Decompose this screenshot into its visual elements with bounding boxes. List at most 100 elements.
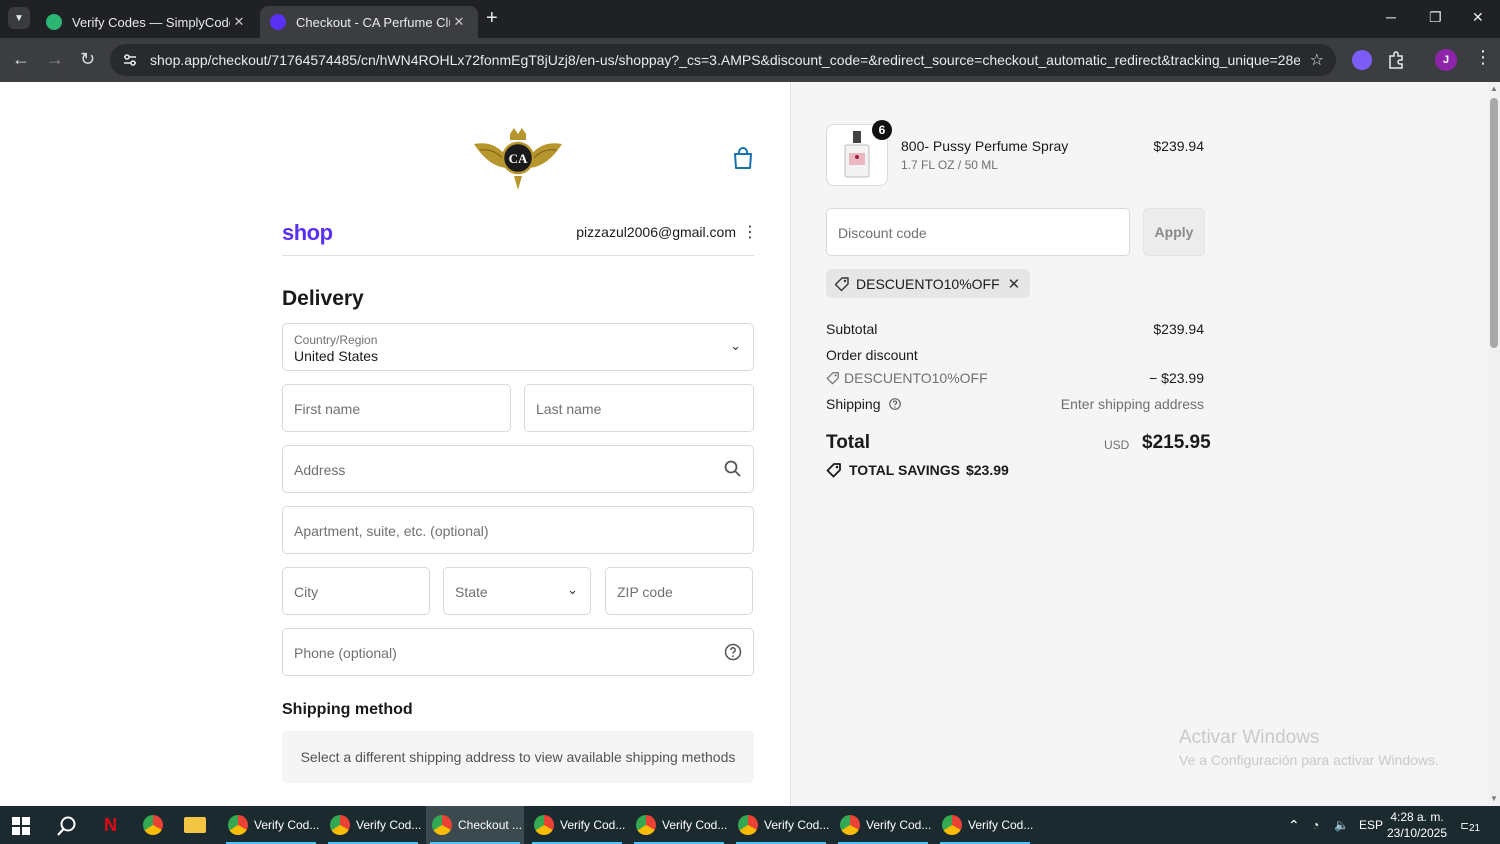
windows-start-icon[interactable] [12, 817, 30, 835]
chrome-icon [330, 815, 350, 835]
search-icon [724, 460, 741, 477]
state-select[interactable]: State ⌄ [443, 567, 591, 615]
system-clock[interactable]: 4:28 a. m. 23/10/2025 [1382, 809, 1452, 841]
product-price: $239.94 [1153, 138, 1204, 154]
minimize-button[interactable]: ─ [1386, 9, 1396, 25]
scroll-up-icon[interactable]: ▲ [1490, 84, 1498, 93]
country-select[interactable]: Country/Region United States ⌄ [282, 323, 754, 371]
site-info-icon[interactable] [122, 52, 138, 68]
last-name-field[interactable]: Last name [524, 384, 754, 432]
ca-perfume-club-logo[interactable]: CA [470, 126, 566, 192]
account-menu-icon[interactable]: ⋮ [742, 222, 758, 242]
tab-title: Checkout - CA Perfume Club [296, 14, 450, 30]
taskbar-item[interactable]: Verify Cod... [528, 806, 626, 844]
reload-button[interactable]: ↻ [80, 48, 95, 70]
address-bar[interactable]: shop.app/checkout/71764574485/cn/hWN4ROH… [110, 44, 1336, 76]
shopping-bag-icon[interactable] [732, 146, 754, 170]
product-name: 800- Pussy Perfume Spray [901, 138, 1069, 154]
browser-tab-strip: ▼ Verify Codes — SimplyCodes ✕ Checkout … [0, 0, 1500, 38]
search-icon[interactable] [56, 815, 78, 837]
taskbar-item[interactable]: Verify Cod... [936, 806, 1034, 844]
apply-discount-button[interactable]: Apply [1143, 208, 1205, 256]
discount-code-label: DESCUENTO10%OFF [844, 370, 988, 386]
tag-icon [826, 372, 839, 385]
total-label: Total [826, 432, 870, 453]
city-field[interactable]: City [282, 567, 430, 615]
profile-avatar[interactable]: J [1435, 49, 1457, 71]
taskbar-item-active[interactable]: Checkout ... [426, 806, 524, 844]
notification-center-icon[interactable]: ▭ 21 [1460, 815, 1484, 835]
url-text[interactable]: shop.app/checkout/71764574485/cn/hWN4ROH… [150, 52, 1300, 68]
apartment-field[interactable]: Apartment, suite, etc. (optional) [282, 506, 754, 554]
extensions-puzzle-icon[interactable] [1386, 50, 1406, 70]
taskbar-item-label: Checkout ... [458, 818, 523, 832]
notification-count: 21 [1468, 823, 1482, 834]
country-value: United States [294, 348, 379, 364]
account-email: pizzazul2006@gmail.com [576, 224, 736, 240]
scroll-down-icon[interactable]: ▼ [1490, 794, 1498, 803]
state-placeholder: State [455, 584, 488, 600]
taskbar-item[interactable]: Verify Cod... [222, 806, 320, 844]
shipping-method-heading: Shipping method [282, 701, 413, 718]
new-tab-button[interactable]: + [486, 8, 498, 28]
taskbar-item-label: Verify Cod... [764, 818, 830, 832]
discount-code-field[interactable]: Discount code [826, 208, 1130, 256]
taskbar-item-label: Verify Cod... [866, 818, 932, 832]
discount-detail-row: DESCUENTO10%OFF − $23.99 [826, 370, 1204, 388]
extension-icon[interactable] [1352, 50, 1372, 70]
apartment-placeholder: Apartment, suite, etc. (optional) [294, 523, 489, 539]
wifi-icon[interactable]: ◔ [1312, 806, 1319, 844]
zip-field[interactable]: ZIP code [605, 567, 753, 615]
phone-field[interactable]: Phone (optional) [282, 628, 754, 676]
last-name-placeholder: Last name [536, 401, 602, 417]
taskbar-item[interactable]: Verify Cod... [630, 806, 728, 844]
savings-label: TOTAL SAVINGS [849, 462, 960, 478]
shipping-value: Enter shipping address [1060, 396, 1204, 412]
page-scrollbar[interactable]: ▲ ▼ [1488, 82, 1500, 806]
discount-value: − $23.99 [1149, 370, 1204, 386]
help-circle-icon[interactable] [723, 642, 743, 662]
clock-time: 4:28 a. m. [1390, 810, 1444, 824]
back-button[interactable]: ← [12, 48, 30, 70]
discount-placeholder: Discount code [838, 225, 927, 241]
first-name-placeholder: First name [294, 401, 361, 417]
remove-discount-icon[interactable]: ✕ [1008, 275, 1021, 293]
tag-icon [834, 276, 849, 291]
taskbar-item[interactable]: Verify Cod... [834, 806, 932, 844]
language-indicator[interactable]: ESP [1359, 806, 1383, 844]
show-hidden-icons-chevron-icon[interactable]: ⌃ [1288, 806, 1300, 844]
browser-menu-icon[interactable]: ⋮ [1474, 47, 1492, 68]
restore-button[interactable]: ❐ [1429, 9, 1442, 26]
order-discount-row: Order discount [826, 347, 1204, 363]
help-circle-icon[interactable] [888, 397, 902, 411]
shipping-label: Shipping [826, 396, 881, 412]
tag-icon [826, 463, 841, 478]
close-tab-icon[interactable]: ✕ [230, 14, 248, 30]
subtotal-row: Subtotal $239.94 [826, 321, 1204, 337]
taskbar-item[interactable]: Verify Cod... [732, 806, 830, 844]
netflix-icon[interactable]: N [104, 815, 122, 835]
volume-icon[interactable]: 🔈 [1334, 806, 1349, 844]
close-tab-icon[interactable]: ✕ [450, 14, 468, 30]
chrome-icon[interactable] [143, 815, 163, 835]
shipping-row: Shipping Enter shipping address [826, 396, 1204, 412]
first-name-field[interactable]: First name [282, 384, 511, 432]
close-window-button[interactable]: ✕ [1472, 9, 1484, 26]
tab-verify-codes[interactable]: Verify Codes — SimplyCodes ✕ [36, 6, 258, 38]
tab-checkout[interactable]: Checkout - CA Perfume Club ✕ [260, 6, 478, 38]
order-discount-label: Order discount [826, 347, 918, 363]
total-value: $215.95 [1142, 432, 1211, 453]
file-explorer-icon[interactable] [184, 817, 206, 833]
quantity-badge: 6 [872, 120, 892, 140]
delivery-heading: Delivery [282, 287, 364, 310]
forward-button[interactable]: → [46, 48, 64, 70]
address-field[interactable]: Address [282, 445, 754, 493]
scrollbar-thumb[interactable] [1490, 98, 1498, 348]
taskbar-item-label: Verify Cod... [560, 818, 626, 832]
tab-search-button[interactable]: ▼ [8, 7, 30, 29]
taskbar-item-label: Verify Cod... [254, 818, 320, 832]
bookmark-star-icon[interactable]: ☆ [1310, 50, 1324, 70]
chrome-icon [432, 815, 452, 835]
taskbar-item[interactable]: Verify Cod... [324, 806, 422, 844]
shop-favicon-icon [270, 14, 286, 30]
